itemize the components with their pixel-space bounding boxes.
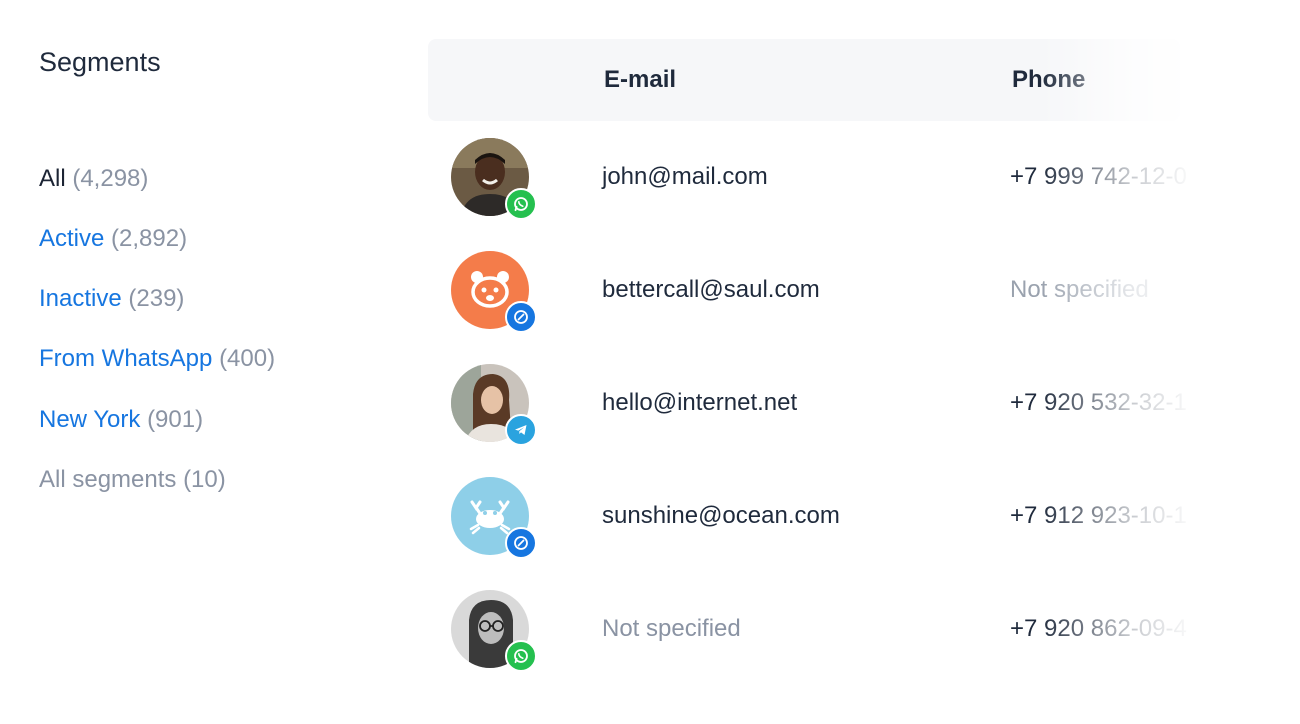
contact-phone: +7 920 532-32-1 — [1010, 389, 1187, 416]
contact-phone: +7 912 923-10-1 — [1010, 502, 1187, 529]
segment-inactive[interactable]: Inactive (239) — [39, 285, 184, 313]
segment-all-segments[interactable]: All segments (10) — [39, 466, 226, 494]
whatsapp-badge-icon — [505, 188, 537, 220]
contact-phone: +7 999 742-12-0 — [1010, 163, 1187, 190]
column-header-phone[interactable]: Phone — [1012, 66, 1085, 94]
whatsapp-badge-icon — [505, 640, 537, 672]
segment-count: (2,892) — [111, 225, 188, 252]
telegram-badge-icon — [505, 414, 537, 446]
segment-from-whatsapp[interactable]: From WhatsApp (400) — [39, 345, 275, 373]
table-header: E-mail Phone — [428, 39, 1180, 121]
segment-active[interactable]: Active (2,892) — [39, 225, 187, 253]
table-row[interactable]: Not specified +7 920 862-09-4 — [428, 590, 1300, 690]
segment-name: Inactive — [39, 285, 122, 312]
chat-badge-icon — [505, 301, 537, 333]
table-row[interactable]: bettercall@saul.com Not specified — [428, 251, 1300, 351]
contact-email: sunshine@ocean.com — [602, 502, 840, 529]
contact-avatar[interactable] — [451, 251, 537, 333]
chat-badge-icon — [505, 527, 537, 559]
contact-email: hello@internet.net — [602, 389, 798, 416]
segment-all[interactable]: All (4,298) — [39, 165, 148, 193]
contact-phone: +7 920 862-09-4 — [1010, 615, 1187, 642]
contact-phone: Not specified — [1010, 276, 1149, 303]
contact-email: Not specified — [602, 615, 741, 642]
contact-avatar[interactable] — [451, 477, 537, 559]
segment-name: From WhatsApp — [39, 345, 213, 372]
table-row[interactable]: sunshine@ocean.com +7 912 923-10-1 — [428, 477, 1300, 577]
segment-count: (901) — [147, 406, 204, 433]
segment-new-york[interactable]: New York (901) — [39, 406, 203, 434]
contact-avatar[interactable] — [451, 590, 537, 672]
column-header-email[interactable]: E-mail — [604, 66, 676, 94]
contact-email: bettercall@saul.com — [602, 276, 820, 303]
segment-count: (4,298) — [72, 165, 149, 192]
sidebar-title: Segments — [39, 47, 161, 77]
segment-name: All segments — [39, 466, 177, 493]
table-row[interactable]: hello@internet.net +7 920 532-32-1 — [428, 364, 1300, 464]
segment-name: All — [39, 165, 66, 192]
contact-avatar[interactable] — [451, 138, 537, 220]
contact-avatar[interactable] — [451, 364, 537, 446]
segment-name: New York — [39, 406, 141, 433]
segment-count: (239) — [128, 285, 185, 312]
contacts-table: E-mail Phone john@mail.com +7 999 742-12… — [428, 39, 1300, 699]
segment-count: (10) — [183, 466, 226, 493]
table-row[interactable]: john@mail.com +7 999 742-12-0 — [428, 138, 1300, 238]
contact-email: john@mail.com — [602, 163, 768, 190]
segment-name: Active — [39, 225, 105, 252]
segment-count: (400) — [219, 345, 276, 372]
